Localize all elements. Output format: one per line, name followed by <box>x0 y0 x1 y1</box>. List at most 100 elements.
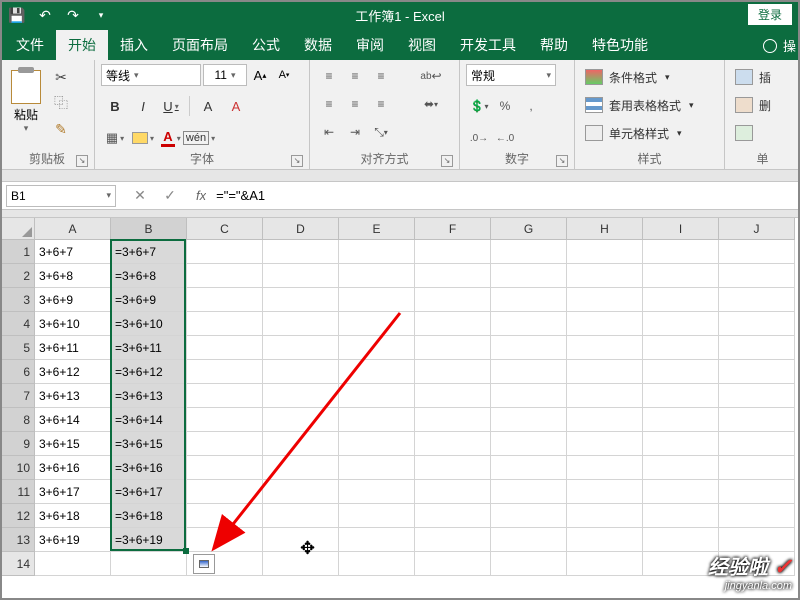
fx-icon[interactable]: fx <box>196 188 206 203</box>
tell-me[interactable]: 操 <box>763 36 796 55</box>
cell-J3[interactable] <box>719 288 795 312</box>
font-color-button[interactable]: A▾ <box>157 126 185 150</box>
copy-button[interactable] <box>50 92 72 114</box>
bold-button[interactable]: B <box>101 94 129 118</box>
decrease-indent-button[interactable]: ⇤ <box>316 120 342 144</box>
tab-home[interactable]: 开始 <box>56 30 108 60</box>
cell-A3[interactable]: 3+6+9 <box>35 288 111 312</box>
cell-E11[interactable] <box>339 480 415 504</box>
cell-E4[interactable] <box>339 312 415 336</box>
cell-J10[interactable] <box>719 456 795 480</box>
cell-H3[interactable] <box>567 288 643 312</box>
cell-F2[interactable] <box>415 264 491 288</box>
align-bottom-button[interactable]: ≡ <box>368 64 394 88</box>
cell-A14[interactable] <box>35 552 111 576</box>
tab-layout[interactable]: 页面布局 <box>160 30 240 60</box>
cell-A8[interactable]: 3+6+14 <box>35 408 111 432</box>
wrap-text-button[interactable]: ab↩ <box>411 64 451 88</box>
cell-J2[interactable] <box>719 264 795 288</box>
cell-E6[interactable] <box>339 360 415 384</box>
orientation-button[interactable]: ⤡▾ <box>368 120 394 144</box>
cell-J5[interactable] <box>719 336 795 360</box>
fill-handle[interactable] <box>183 548 189 554</box>
row-header-3[interactable]: 3 <box>0 288 35 312</box>
enter-formula-icon[interactable]: ✓ <box>160 187 180 204</box>
cell-H11[interactable] <box>567 480 643 504</box>
row-header-12[interactable]: 12 <box>0 504 35 528</box>
cell-I4[interactable] <box>643 312 719 336</box>
tab-view[interactable]: 视图 <box>396 30 448 60</box>
cell-E12[interactable] <box>339 504 415 528</box>
insert-cells-button[interactable]: 插 <box>731 64 775 90</box>
font-size-combo[interactable]: 11▾ <box>203 64 247 86</box>
cell-H9[interactable] <box>567 432 643 456</box>
cell-C3[interactable] <box>187 288 263 312</box>
format-cells-button[interactable] <box>731 120 775 146</box>
row-header-1[interactable]: 1 <box>0 240 35 264</box>
row-header-7[interactable]: 7 <box>0 384 35 408</box>
row-header-5[interactable]: 5 <box>0 336 35 360</box>
cell-B2[interactable]: =3+6+8 <box>111 264 187 288</box>
cell-C6[interactable] <box>187 360 263 384</box>
alignment-dialog-icon[interactable]: ↘ <box>441 155 453 167</box>
cell-F11[interactable] <box>415 480 491 504</box>
cell-F9[interactable] <box>415 432 491 456</box>
row-header-10[interactable]: 10 <box>0 456 35 480</box>
cell-B1[interactable]: =3+6+7 <box>111 240 187 264</box>
font-name-combo[interactable]: 等线▾ <box>101 64 201 86</box>
row-header-11[interactable]: 11 <box>0 480 35 504</box>
cell-H2[interactable] <box>567 264 643 288</box>
tab-special[interactable]: 特色功能 <box>580 30 660 60</box>
cell-G11[interactable] <box>491 480 567 504</box>
cell-A13[interactable]: 3+6+19 <box>35 528 111 552</box>
cell-E8[interactable] <box>339 408 415 432</box>
cell-A12[interactable]: 3+6+18 <box>35 504 111 528</box>
cell-H13[interactable] <box>567 528 643 552</box>
cell-G8[interactable] <box>491 408 567 432</box>
cell-B6[interactable]: =3+6+12 <box>111 360 187 384</box>
cell-G6[interactable] <box>491 360 567 384</box>
percent-format-button[interactable]: % <box>492 94 518 118</box>
column-header-D[interactable]: D <box>263 218 339 240</box>
row-header-13[interactable]: 13 <box>0 528 35 552</box>
cell-D1[interactable] <box>263 240 339 264</box>
cell-J9[interactable] <box>719 432 795 456</box>
cell-F4[interactable] <box>415 312 491 336</box>
align-right-button[interactable]: ≡ <box>368 92 394 116</box>
cell-E3[interactable] <box>339 288 415 312</box>
cell-E5[interactable] <box>339 336 415 360</box>
cell-C2[interactable] <box>187 264 263 288</box>
cell-A7[interactable]: 3+6+13 <box>35 384 111 408</box>
cancel-formula-icon[interactable]: ✕ <box>130 187 150 204</box>
cell-C7[interactable] <box>187 384 263 408</box>
row-header-2[interactable]: 2 <box>0 264 35 288</box>
cell-F7[interactable] <box>415 384 491 408</box>
cell-H7[interactable] <box>567 384 643 408</box>
column-header-E[interactable]: E <box>339 218 415 240</box>
cell-F14[interactable] <box>415 552 491 576</box>
cell-C1[interactable] <box>187 240 263 264</box>
cell-A1[interactable]: 3+6+7 <box>35 240 111 264</box>
decrease-font-button[interactable]: A▾ <box>273 69 295 81</box>
cell-H6[interactable] <box>567 360 643 384</box>
column-header-C[interactable]: C <box>187 218 263 240</box>
save-icon[interactable]: 💾 <box>8 6 26 24</box>
cell-F10[interactable] <box>415 456 491 480</box>
cell-G14[interactable] <box>491 552 567 576</box>
cell-G2[interactable] <box>491 264 567 288</box>
formula-input[interactable] <box>206 185 800 207</box>
tab-review[interactable]: 审阅 <box>344 30 396 60</box>
cell-D11[interactable] <box>263 480 339 504</box>
tab-insert[interactable]: 插入 <box>108 30 160 60</box>
cell-I3[interactable] <box>643 288 719 312</box>
cell-C5[interactable] <box>187 336 263 360</box>
cell-I2[interactable] <box>643 264 719 288</box>
clipboard-dialog-icon[interactable]: ↘ <box>76 155 88 167</box>
cell-E7[interactable] <box>339 384 415 408</box>
cell-G5[interactable] <box>491 336 567 360</box>
number-format-combo[interactable]: 常规▾ <box>466 64 556 86</box>
cell-F8[interactable] <box>415 408 491 432</box>
cell-F3[interactable] <box>415 288 491 312</box>
cell-H1[interactable] <box>567 240 643 264</box>
column-header-G[interactable]: G <box>491 218 567 240</box>
